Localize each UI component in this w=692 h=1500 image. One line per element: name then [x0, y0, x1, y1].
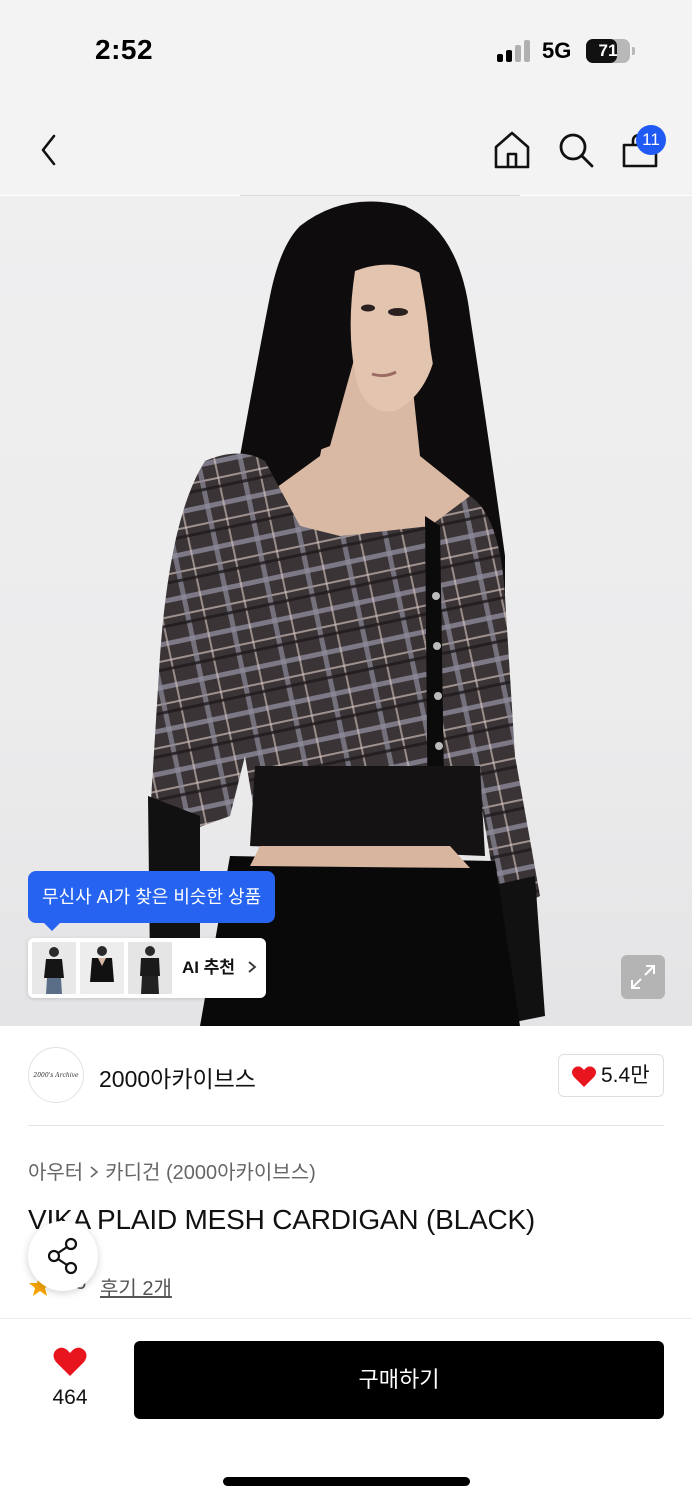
signal-icon — [497, 40, 531, 62]
status-time: 2:52 — [95, 34, 154, 65]
expand-icon — [631, 965, 655, 989]
thumbnail-image — [32, 942, 76, 994]
chevron-right-icon — [90, 1166, 99, 1178]
battery-cap — [632, 47, 635, 55]
ai-thumbnail[interactable] — [32, 942, 76, 994]
ai-thumbnail[interactable] — [80, 942, 124, 994]
breadcrumb: 아우터 카디건 (2000아카이브스) — [28, 1156, 316, 1185]
cart-badge: 11 — [636, 125, 666, 155]
heart-icon — [53, 1347, 87, 1376]
review-link[interactable]: 후기 2개 — [100, 1272, 172, 1301]
battery-level: 71 — [598, 41, 618, 60]
heart-icon — [572, 1066, 596, 1087]
brand-logo[interactable]: 2000's Archive — [28, 1047, 84, 1103]
ai-thumbnail[interactable] — [128, 942, 172, 994]
share-button[interactable] — [28, 1221, 98, 1291]
brand-divider — [28, 1125, 664, 1126]
share-icon — [47, 1237, 78, 1275]
search-button[interactable] — [556, 130, 596, 170]
network-label: 5G — [542, 38, 572, 63]
chevron-left-icon — [41, 134, 56, 166]
status-bar: 2:52 5G 71 — [0, 0, 692, 100]
ai-recommend-panel[interactable]: AI 추천 — [28, 938, 266, 998]
thumbnail-image — [128, 942, 172, 994]
breadcrumb-item[interactable]: 아우터 — [28, 1162, 83, 1184]
home-indicator — [223, 1477, 470, 1486]
ai-tooltip[interactable]: 무신사 AI가 찾은 비슷한 상품 — [28, 871, 276, 931]
product-title: VIKA PLAID MESH CARDIGAN (BLACK) — [28, 1204, 536, 1235]
expand-button[interactable] — [621, 955, 665, 999]
ai-recommend-label[interactable]: AI 추천 — [182, 938, 258, 998]
search-icon — [559, 133, 594, 168]
home-icon — [494, 131, 530, 169]
ai-recommend-text: AI 추천 — [182, 958, 236, 977]
chevron-right-icon — [248, 961, 257, 973]
breadcrumb-item[interactable]: 카디건 (2000아카이브스) — [105, 1162, 316, 1184]
brand-like-count: 5.4만 — [601, 1064, 650, 1087]
battery-icon: 71 — [586, 39, 630, 63]
buy-button[interactable]: 구매하기 — [134, 1341, 664, 1419]
thumbnail-image — [80, 942, 124, 994]
brand-like-button[interactable]: 5.4만 — [558, 1054, 664, 1097]
wishlist-count: 464 — [52, 1386, 88, 1409]
wishlist-button[interactable]: 464 — [30, 1340, 110, 1420]
brand-name[interactable]: 2000아카이브스 — [99, 1060, 256, 1094]
back-button[interactable] — [34, 130, 66, 170]
home-button[interactable] — [492, 130, 532, 170]
